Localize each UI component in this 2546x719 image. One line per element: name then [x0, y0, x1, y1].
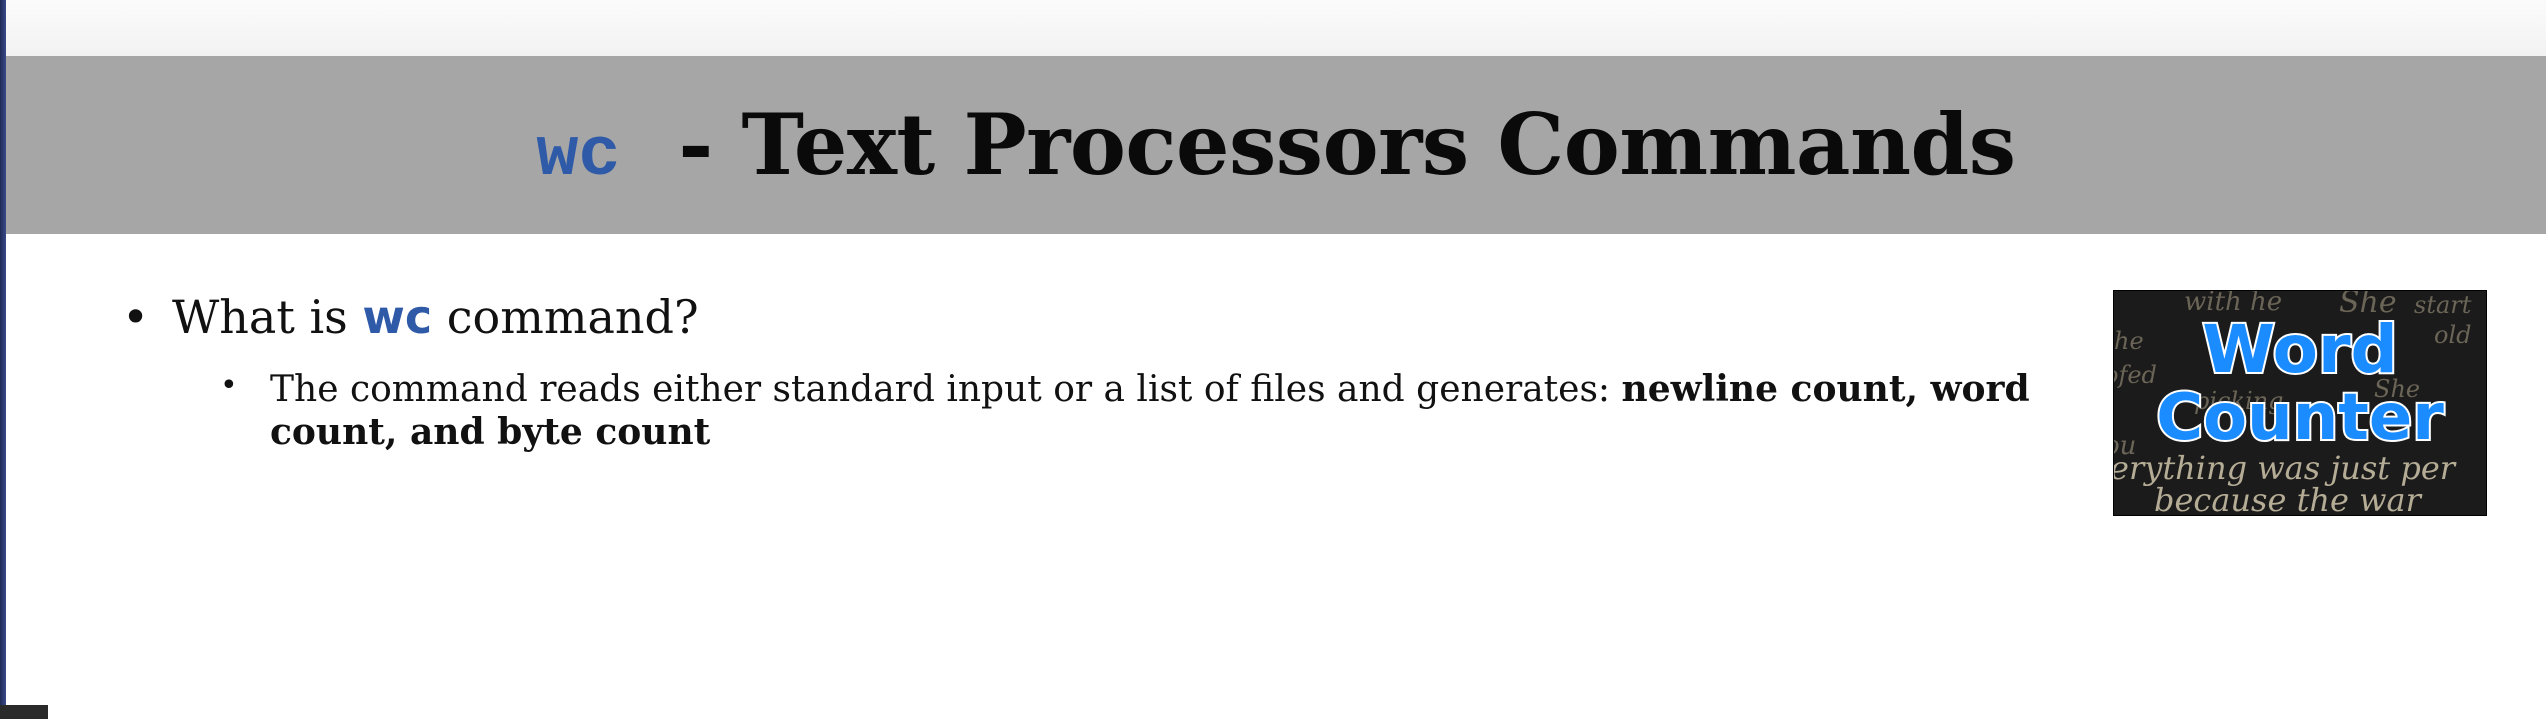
bullet-text: The command reads either standard input …: [270, 368, 2030, 454]
title-band: wc - Text Processors Commands: [6, 56, 2546, 234]
corner-control: [0, 705, 48, 719]
bullet-dot-icon: •: [220, 368, 238, 403]
title-command: wc: [536, 116, 621, 196]
slide-title: wc - Text Processors Commands: [536, 94, 2016, 196]
thumbnail-counter: Counter: [2154, 379, 2446, 457]
bullet-text: What is wc command?: [172, 290, 699, 344]
bullet-suffix: command?: [446, 290, 699, 344]
bg-text: because the war: [2154, 481, 2421, 516]
thumbnail-word: Word: [2200, 309, 2400, 390]
inline-command: wc: [362, 290, 433, 344]
bullet-prefix: What is: [172, 290, 348, 344]
bullet-dot-icon: •: [122, 290, 150, 344]
top-strip: [6, 0, 2546, 56]
bullet-body: The command reads either standard input …: [270, 369, 1611, 410]
title-text: - Text Processors Commands: [678, 94, 2016, 194]
word-counter-image: with he She start old ofed he She pickin…: [2113, 290, 2487, 516]
